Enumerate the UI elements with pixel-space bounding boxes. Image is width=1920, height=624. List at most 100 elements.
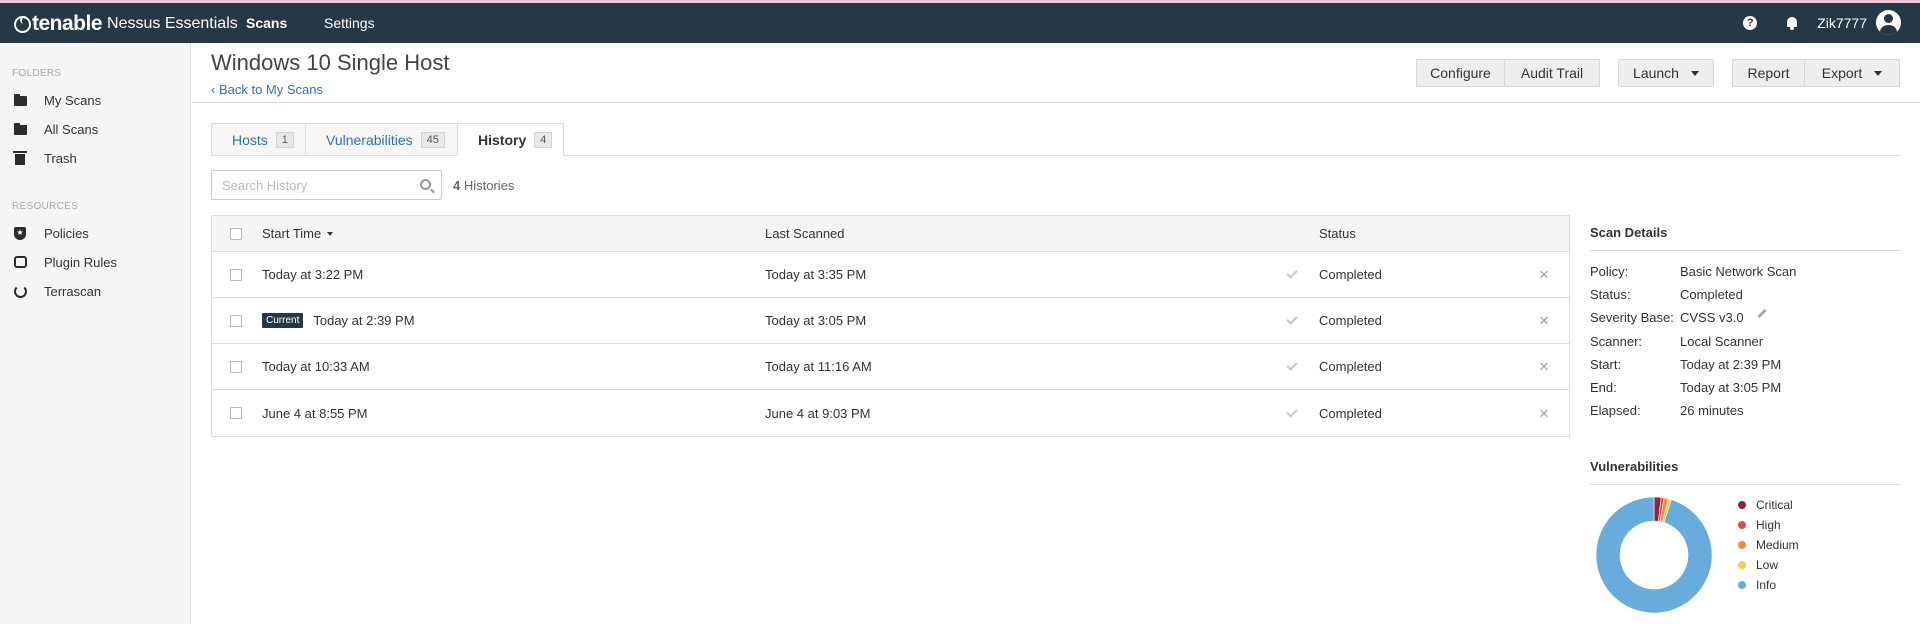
sidebar-item-my-scans[interactable]: My Scans	[14, 90, 101, 110]
detail-value-status: Completed	[1680, 287, 1743, 302]
folders-heading: FOLDERS	[12, 68, 62, 79]
detail-label-elapsed: Elapsed:	[1590, 403, 1641, 418]
last-scanned-cell: Today at 3:35 PM	[765, 267, 867, 282]
sidebar-item-label: All Scans	[44, 121, 99, 137]
histories-count: 4 Histories	[453, 178, 514, 193]
legend-low[interactable]: Low	[1738, 558, 1778, 572]
terrascan-icon	[14, 284, 27, 298]
checkmark-icon	[1286, 405, 1298, 418]
checkmark-icon	[1286, 267, 1298, 279]
edit-pencil-icon[interactable]	[1757, 308, 1767, 319]
legend-high[interactable]: High	[1738, 518, 1781, 532]
tab-history[interactable]: History 4	[457, 123, 564, 156]
delete-icon[interactable]: ×	[1539, 266, 1549, 283]
nav-settings[interactable]: Settings	[324, 15, 375, 31]
launch-label: Launch	[1633, 65, 1679, 81]
username[interactable]: Zik7777	[1817, 15, 1867, 31]
audit-trail-button[interactable]: Audit Trail	[1504, 59, 1600, 87]
report-button[interactable]: Report	[1732, 59, 1805, 87]
logo-product-name: Nessus Essentials	[107, 15, 238, 32]
detail-value-scanner: Local Scanner	[1680, 334, 1764, 349]
logo-text: tenable	[32, 12, 103, 35]
row-checkbox[interactable]	[230, 314, 242, 327]
row-checkbox[interactable]	[230, 407, 242, 419]
tab-count-badge: 45	[420, 131, 445, 148]
nav-scans[interactable]: Scans	[246, 15, 287, 31]
legend-critical[interactable]: Critical	[1738, 498, 1793, 512]
detail-value-end: Today at 3:05 PM	[1680, 380, 1782, 395]
tab-vulnerabilities[interactable]: Vulnerabilities 45	[305, 123, 458, 156]
chevron-left-icon: ‹	[211, 82, 219, 97]
sidebar-item-all-scans[interactable]: All Scans	[14, 119, 98, 139]
sidebar-item-label: Terrascan	[44, 283, 102, 299]
row-checkbox[interactable]	[230, 360, 242, 373]
start-time-cell: June 4 at 8:55 PM	[262, 405, 368, 421]
table-header: Start Time Last Scanned Status	[212, 216, 1569, 252]
notifications-bell-icon[interactable]	[1785, 16, 1799, 30]
checkmark-icon	[1286, 313, 1298, 325]
launch-button[interactable]: Launch	[1618, 59, 1714, 87]
delete-icon[interactable]: ×	[1539, 358, 1549, 375]
status-cell: Completed	[1319, 359, 1382, 374]
vulnerabilities-title: Vulnerabilities	[1590, 459, 1679, 474]
table-row[interactable]: Today at 10:33 AM Today at 11:16 AM Comp…	[212, 344, 1569, 390]
sidebar-item-label: My Scans	[44, 92, 102, 108]
column-header-status[interactable]: Status	[1319, 216, 1356, 251]
start-time-cell: Today at 3:22 PM	[262, 267, 364, 282]
delete-icon[interactable]: ×	[1539, 405, 1549, 422]
user-avatar-icon[interactable]	[1876, 10, 1901, 35]
search-icon[interactable]	[420, 179, 431, 190]
help-icon[interactable]: ?	[1743, 15, 1758, 30]
last-scanned-cell: June 4 at 9:03 PM	[765, 405, 871, 421]
detail-label-end: End:	[1590, 380, 1617, 395]
export-button[interactable]: Export	[1804, 59, 1900, 87]
detail-label-severity-base: Severity Base:	[1590, 310, 1674, 325]
folder-icon	[14, 122, 27, 136]
tab-count-badge: 4	[534, 131, 553, 148]
legend-label: High	[1756, 518, 1781, 532]
tab-label: Hosts	[232, 131, 268, 148]
detail-value-start: Today at 2:39 PM	[1680, 357, 1782, 372]
sidebar-item-trash[interactable]: Trash	[13, 148, 77, 168]
legend-label: Low	[1756, 558, 1779, 572]
legend-label: Info	[1756, 578, 1777, 592]
folder-icon	[14, 93, 27, 107]
sidebar-item-policies[interactable]: ★ Policies	[14, 223, 89, 243]
search-input[interactable]	[222, 177, 412, 193]
delete-icon[interactable]: ×	[1539, 312, 1549, 329]
sidebar-item-terrascan[interactable]: Terrascan	[14, 281, 101, 301]
tab-label: History	[478, 131, 527, 148]
select-all-checkbox[interactable]	[230, 227, 242, 240]
tab-hosts[interactable]: Hosts 1	[211, 123, 306, 156]
shield-icon: ★	[14, 226, 27, 240]
sidebar-item-label: Plugin Rules	[44, 254, 117, 270]
tab-count-badge: 1	[275, 131, 294, 148]
legend-label: Critical	[1756, 498, 1793, 512]
column-header-last-scanned[interactable]: Last Scanned	[765, 216, 845, 251]
start-time-cell: Today at 2:39 PM	[313, 313, 415, 328]
configure-button[interactable]: Configure	[1416, 59, 1505, 87]
last-scanned-cell: Today at 11:16 AM	[765, 359, 872, 374]
legend-dot	[1738, 561, 1746, 569]
donut-segment-info[interactable]	[1595, 496, 1713, 614]
top-navbar: tenable Nessus Essentials Scans Settings…	[0, 0, 1920, 43]
detail-label-status: Status:	[1590, 287, 1631, 302]
sidebar-item-plugin-rules[interactable]: Plugin Rules	[14, 252, 117, 272]
row-checkbox[interactable]	[230, 268, 242, 281]
tenable-logo[interactable]: tenable Nessus Essentials	[14, 12, 238, 36]
legend-info[interactable]: Info	[1738, 578, 1776, 592]
last-scanned-cell: Today at 3:05 PM	[765, 313, 867, 328]
column-header-start-time[interactable]: Start Time	[262, 216, 334, 251]
legend-dot	[1738, 501, 1746, 509]
legend-medium[interactable]: Medium	[1738, 538, 1799, 552]
detail-value-severity-base: CVSS v3.0	[1680, 310, 1744, 325]
back-to-my-scans-link[interactable]: ‹ Back to My Scans	[211, 82, 323, 97]
table-row[interactable]: June 4 at 8:55 PM June 4 at 9:03 PM Comp…	[212, 390, 1569, 436]
column-header-label: Start Time	[262, 226, 322, 241]
detail-label-start: Start:	[1590, 357, 1622, 372]
vulnerabilities-donut-chart[interactable]	[1594, 495, 1714, 615]
chevron-down-icon	[1874, 70, 1883, 76]
table-row[interactable]: Today at 3:22 PM Today at 3:35 PM Comple…	[212, 252, 1569, 298]
back-link-label: Back to My Scans	[218, 82, 323, 97]
table-row[interactable]: Current Today at 2:39 PM Today at 3:05 P…	[212, 298, 1569, 344]
